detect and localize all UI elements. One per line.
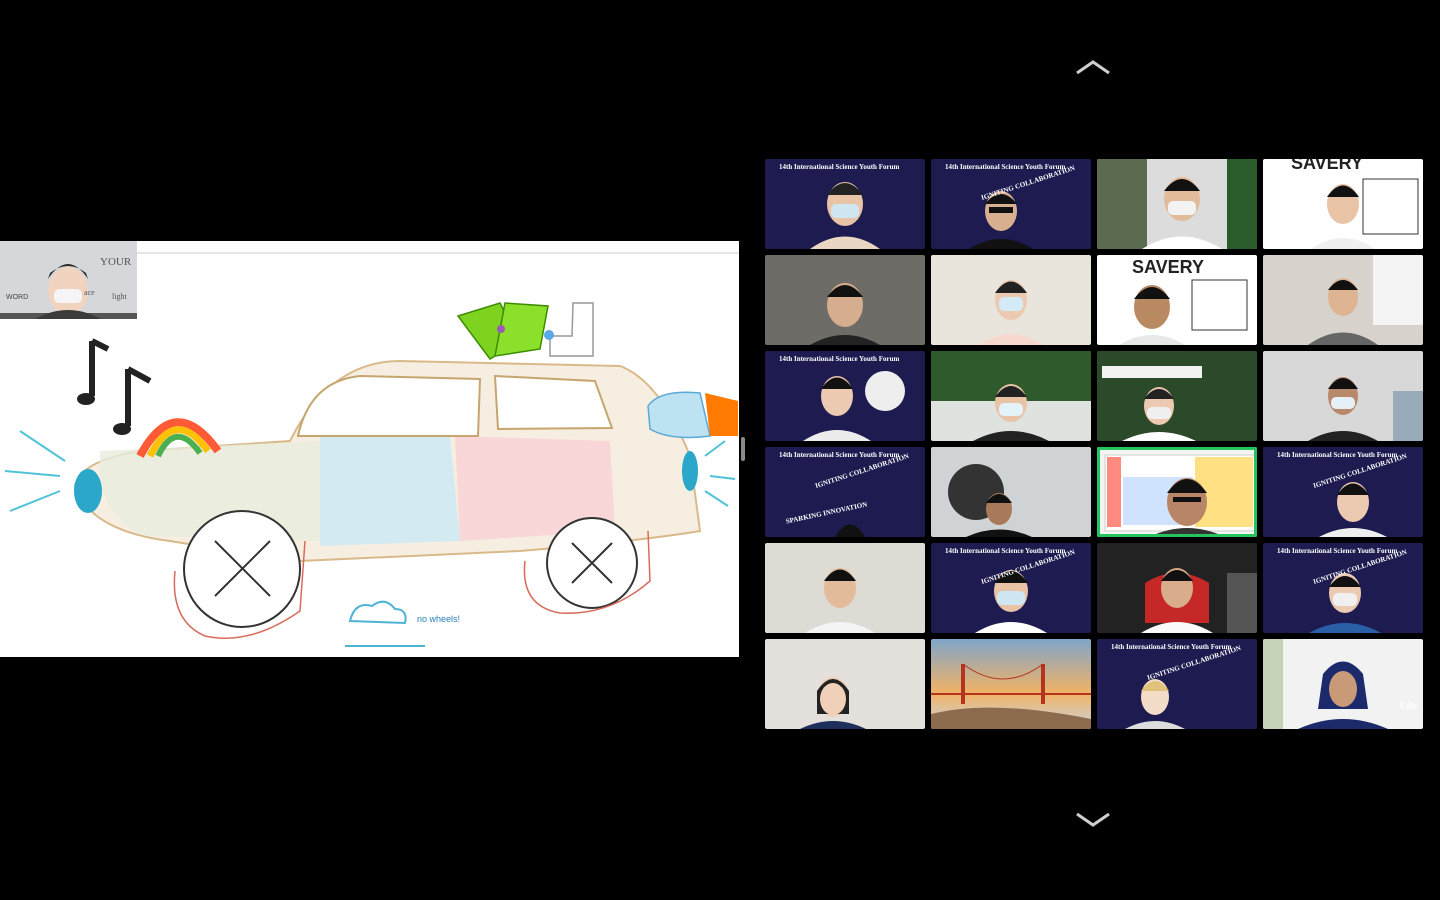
presenter-thumbnail[interactable]: YOUR ace WORD light bbox=[0, 241, 137, 319]
participant-video bbox=[1097, 159, 1257, 249]
participant-tile[interactable] bbox=[931, 447, 1091, 537]
participant-tile[interactable] bbox=[765, 255, 925, 345]
banner-title: 14th International Science Youth Forum bbox=[779, 355, 900, 363]
participant-tile[interactable] bbox=[765, 543, 925, 633]
participant-tile[interactable]: 14th International Science Youth Forum bbox=[765, 159, 925, 249]
participant-tile[interactable]: SAVERY bbox=[1097, 255, 1257, 345]
participant-video bbox=[805, 568, 875, 633]
participant-tile[interactable]: 14th International Science Youth Forum I… bbox=[1097, 639, 1257, 729]
participant-tile[interactable] bbox=[1097, 351, 1257, 441]
participant-tile[interactable] bbox=[1097, 543, 1257, 633]
participant-video bbox=[1308, 255, 1423, 345]
participant-tile[interactable] bbox=[931, 639, 1091, 729]
participant-tile[interactable] bbox=[1263, 255, 1423, 345]
participant-video bbox=[931, 351, 1091, 441]
participant-tile[interactable] bbox=[931, 255, 1091, 345]
gallery-page-up-button[interactable] bbox=[1073, 57, 1113, 79]
wall-text-ace: ace bbox=[84, 288, 95, 297]
participant-tile[interactable] bbox=[931, 351, 1091, 441]
participant-tile[interactable]: Edis bbox=[1263, 639, 1423, 729]
participant-video bbox=[1141, 568, 1257, 633]
participant-tile[interactable] bbox=[765, 639, 925, 729]
participant-video bbox=[948, 464, 1032, 537]
wall-text-light: light bbox=[112, 292, 127, 301]
participant-video bbox=[810, 283, 880, 345]
participant-tile[interactable]: 14th International Science Youth Forum I… bbox=[1263, 447, 1423, 537]
gallery-page-down-button[interactable] bbox=[1073, 808, 1113, 830]
participant-video bbox=[1102, 366, 1202, 441]
participant-tile[interactable]: 14th International Science Youth Forum bbox=[765, 351, 925, 441]
banner-title: 14th International Science Youth Forum bbox=[779, 163, 900, 171]
annotation-no-wheels: no wheels! bbox=[417, 614, 460, 624]
participant-name-label: Edis bbox=[1399, 701, 1417, 711]
participant-video bbox=[1308, 377, 1423, 441]
split-view-resize-handle[interactable] bbox=[741, 437, 745, 461]
chevron-down-icon bbox=[1076, 812, 1110, 827]
chevron-up-icon bbox=[1076, 60, 1110, 75]
background-text: SAVERY bbox=[1291, 159, 1364, 173]
participant-video bbox=[800, 677, 866, 729]
participant-tile[interactable] bbox=[1263, 351, 1423, 441]
participant-video bbox=[979, 280, 1043, 345]
participant-video bbox=[1097, 447, 1257, 537]
participant-video bbox=[803, 371, 905, 441]
participant-video bbox=[1263, 639, 1388, 729]
background-text: SAVERY bbox=[1132, 257, 1205, 277]
wall-text-your: YOUR bbox=[100, 256, 132, 268]
participant-video bbox=[931, 639, 1091, 729]
participant-tile[interactable]: 14th International Science Youth Forum I… bbox=[931, 543, 1091, 633]
participant-tile[interactable] bbox=[1097, 159, 1257, 249]
shared-screen-whiteboard[interactable]: no wheels! YOUR ace WORD light bbox=[0, 241, 739, 657]
participant-tile[interactable]: 14th International Science Youth Forum I… bbox=[931, 159, 1091, 249]
participant-tile[interactable]: 14th International Science Youth Forum I… bbox=[765, 447, 925, 537]
active-speaker-tile[interactable] bbox=[1097, 447, 1257, 537]
participant-video bbox=[810, 182, 880, 249]
wall-text-word: WORD bbox=[6, 294, 28, 301]
presenter-video: YOUR ace WORD light bbox=[0, 241, 137, 319]
participant-tile[interactable]: 14th International Science Youth Forum I… bbox=[1263, 543, 1423, 633]
participant-gallery: 14th International Science Youth Forum 1… bbox=[765, 159, 1423, 729]
participant-tile[interactable]: SAVERY bbox=[1263, 159, 1423, 249]
